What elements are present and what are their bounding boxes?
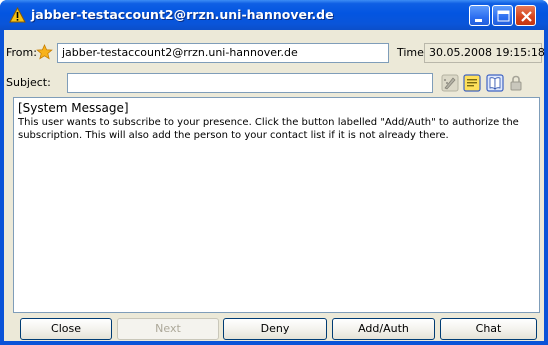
- lock-icon[interactable]: [507, 74, 525, 92]
- from-label: From:: [6, 46, 37, 59]
- close-icon: [521, 11, 532, 22]
- chat-button[interactable]: Chat: [440, 318, 537, 340]
- title-bar[interactable]: jabber-testaccount2@rrzn.uni-hannover.de: [0, 0, 548, 30]
- close-window-button[interactable]: [515, 5, 536, 26]
- star-icon: [36, 44, 53, 63]
- message-text: This user wants to subscribe to your pre…: [18, 117, 519, 141]
- time-value: 30.05.2008 19:15:18: [424, 43, 545, 63]
- deny-button[interactable]: Deny: [223, 318, 327, 340]
- maximize-button[interactable]: [492, 5, 513, 26]
- window-title: jabber-testaccount2@rrzn.uni-hannover.de: [31, 7, 334, 22]
- from-field[interactable]: jabber-testaccount2@rrzn.uni-hannover.de: [57, 43, 389, 63]
- from-row: From: jabber-testaccount2@rrzn.uni-hanno…: [4, 41, 545, 65]
- maximize-icon: [497, 10, 510, 22]
- minimize-icon: [475, 19, 482, 22]
- close-button[interactable]: Close: [20, 318, 112, 340]
- window-client-area: From: jabber-testaccount2@rrzn.uni-hanno…: [4, 30, 545, 341]
- note-icon[interactable]: [463, 74, 481, 92]
- message-body[interactable]: [System Message] This user wants to subs…: [13, 97, 540, 313]
- add-auth-button[interactable]: Add/Auth: [332, 318, 435, 340]
- subject-input[interactable]: [67, 73, 433, 93]
- minimize-button[interactable]: [469, 5, 490, 26]
- message-window: jabber-testaccount2@rrzn.uni-hannover.de…: [0, 0, 548, 345]
- subject-label: Subject:: [6, 76, 51, 89]
- subject-row: Subject:: [4, 71, 544, 95]
- warning-icon: [9, 6, 26, 23]
- edit-pen-icon[interactable]: [441, 74, 459, 92]
- message-heading: [System Message]: [18, 101, 129, 115]
- next-button[interactable]: Next: [117, 318, 219, 340]
- book-icon[interactable]: [486, 74, 504, 92]
